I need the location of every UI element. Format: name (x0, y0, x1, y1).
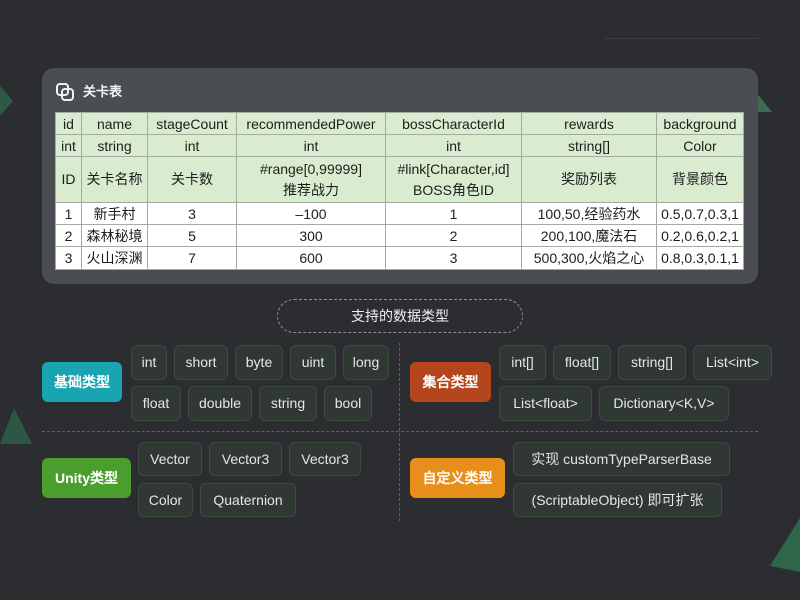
table-row: 3 火山深渊 7 600 3 500,300,火焰之心 0.8,0.3,0.1,… (55, 246, 744, 270)
column-header-id: id (55, 112, 82, 135)
column-header-boss-character-id: bossCharacterId (385, 112, 522, 135)
cell-id: 1 (55, 202, 82, 225)
cell-id: 2 (55, 224, 82, 247)
column-desc-stage-count: 关卡数 (147, 156, 237, 203)
cell-background: 0.8,0.3,0.1,1 (656, 246, 744, 270)
type-chip: Dictionary<K,V> (599, 386, 729, 421)
level-data-table: id name stageCount recommendedPower boss… (55, 112, 744, 270)
cell-name: 新手村 (81, 202, 148, 225)
type-chip: string[] (618, 345, 686, 380)
link-icon (55, 82, 75, 102)
cell-boss-character-id: 2 (385, 224, 522, 247)
description-line: ID (61, 171, 76, 187)
cell-name: 森林秘境 (81, 224, 148, 247)
type-chip: double (188, 386, 252, 421)
category-label-collection: 集合类型 (410, 362, 491, 402)
type-chip: List<int> (693, 345, 772, 380)
vertical-divider (399, 343, 400, 521)
column-type-background: Color (656, 134, 744, 157)
link-annotation: #link[Character,id] (397, 160, 510, 177)
description-line: 推荐战力 (283, 181, 339, 198)
type-chip: Quaternion (200, 483, 296, 517)
column-desc-id: ID (55, 156, 82, 203)
description-line: 背景颜色 (672, 171, 728, 187)
column-header-name: name (81, 112, 148, 135)
decor-triangle (0, 86, 13, 116)
cell-background: 0.5,0.7,0.3,1 (656, 202, 744, 225)
column-type-name: string (81, 134, 148, 157)
column-header-rewards: rewards (521, 112, 657, 135)
type-chip: byte (235, 345, 283, 380)
column-type-stage-count: int (147, 134, 237, 157)
description-line: 奖励列表 (561, 171, 617, 187)
panel-title: 关卡表 (83, 84, 123, 99)
type-chip: Vector3 (289, 442, 361, 476)
column-type-rewards: string[] (521, 134, 657, 157)
category-label-unity: Unity类型 (42, 458, 131, 498)
cell-recommended-power: 600 (236, 246, 386, 270)
column-desc-background: 背景颜色 (656, 156, 744, 203)
type-chip: int (131, 345, 167, 380)
table-row: 1 新手村 3 –100 1 100,50,经验药水 0.5,0.7,0.3,1 (55, 202, 744, 225)
cell-boss-character-id: 1 (385, 202, 522, 225)
description-line: 关卡名称 (86, 171, 143, 187)
column-desc-rewards: 奖励列表 (521, 156, 657, 203)
table-row: 2 森林秘境 5 300 2 200,100,魔法石 0.2,0.6,0.2,1 (55, 224, 744, 247)
type-chip: short (174, 345, 228, 380)
column-header-background: background (656, 112, 744, 135)
type-chip: uint (290, 345, 336, 380)
horizontal-divider (42, 431, 758, 432)
column-header-recommended-power: recommendedPower (236, 112, 386, 135)
cell-recommended-power: 300 (236, 224, 386, 247)
column-desc-boss-character-id: #link[Character,id] BOSS角色ID (385, 156, 522, 203)
field-description-row: ID 关卡名称 关卡数 #range[0,99999] 推荐战力 #link[C… (55, 156, 744, 203)
cell-stage-count: 3 (147, 202, 237, 225)
column-type-recommended-power: int (236, 134, 386, 157)
type-chip: Vector (138, 442, 202, 476)
category-label-custom: 自定义类型 (410, 458, 505, 498)
description-line: BOSS角色ID (413, 181, 494, 198)
type-chip: float (131, 386, 181, 421)
cell-boss-character-id: 3 (385, 246, 522, 270)
column-type-boss-character-id: int (385, 134, 522, 157)
type-chip: int[] (499, 345, 546, 380)
top-divider-line (605, 38, 758, 39)
cell-rewards: 500,300,火焰之心 (521, 246, 657, 270)
column-desc-name: 关卡名称 (81, 156, 148, 203)
level-table-panel: 关卡表 id name stageCount recommendedPower … (42, 68, 758, 284)
cell-background: 0.2,0.6,0.2,1 (656, 224, 744, 247)
type-chip: bool (324, 386, 372, 421)
category-label-basic: 基础类型 (42, 362, 122, 402)
cell-stage-count: 7 (147, 246, 237, 270)
page: { "colors": { "page_background": "#2b2d3… (0, 0, 800, 600)
cell-stage-count: 5 (147, 224, 237, 247)
type-chip: float[] (553, 345, 611, 380)
column-header-stage-count: stageCount (147, 112, 237, 135)
cell-recommended-power: –100 (236, 202, 386, 225)
range-annotation: #range[0,99999] (260, 160, 362, 177)
column-type-id: int (55, 134, 82, 157)
type-chip: (ScriptableObject) 即可扩张 (513, 483, 722, 517)
type-chip: List<float> (499, 386, 592, 421)
type-chip: 实现 customTypeParserBase (513, 442, 730, 476)
decor-triangle (0, 408, 32, 444)
cell-rewards: 200,100,魔法石 (521, 224, 657, 247)
type-chip: long (343, 345, 389, 380)
field-name-row: id name stageCount recommendedPower boss… (55, 112, 744, 135)
supported-types-title: 支持的数据类型 (277, 299, 523, 333)
description-line: 关卡数 (171, 171, 213, 187)
decor-triangle (770, 518, 800, 572)
column-desc-recommended-power: #range[0,99999] 推荐战力 (236, 156, 386, 203)
field-type-row: int string int int int string[] Color (55, 134, 744, 157)
type-chip: Vector3 (209, 442, 282, 476)
cell-name: 火山深渊 (81, 246, 148, 270)
type-chip: Color (138, 483, 193, 517)
cell-rewards: 100,50,经验药水 (521, 202, 657, 225)
type-chip: string (259, 386, 317, 421)
cell-id: 3 (55, 246, 82, 270)
